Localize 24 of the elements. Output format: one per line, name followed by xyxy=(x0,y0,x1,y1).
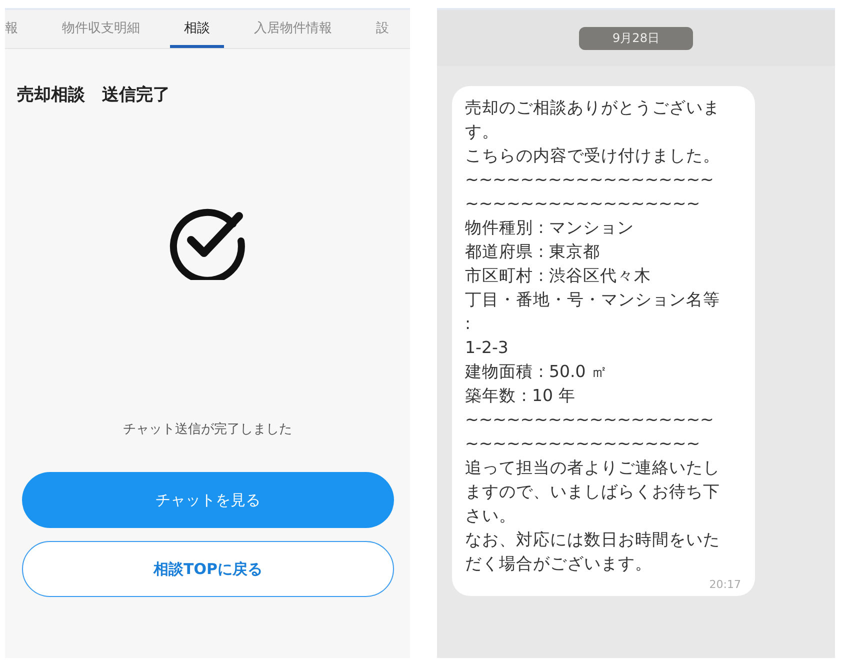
message-line: 追って担当の者よりご連絡いたしますので、いましばらくお待ち下さい。 xyxy=(465,457,721,527)
tab[interactable]: 報 xyxy=(5,19,18,48)
tab[interactable]: 物件収支明細 xyxy=(62,19,140,48)
tab[interactable]: 入居物件情報 xyxy=(254,19,332,48)
date-label: 9月28日 xyxy=(578,26,694,50)
message-line: ~~~~~~~~~~~~~~~~~~~~~~~~~~~~~~~~~~~ xyxy=(465,409,715,455)
message-line: 1-2-3 xyxy=(465,337,510,359)
message-line: なお、対応には数日お時間をいただく場合がございます。 xyxy=(465,529,721,575)
message-line: 物件種別 : マンション xyxy=(465,217,636,239)
message-line: ~~~~~~~~~~~~~~~~~~~~~~~~~~~~~~~~~~~ xyxy=(465,169,715,215)
view-chat-button[interactable]: チャットを見る xyxy=(22,472,394,528)
message-time: 20:17 xyxy=(709,578,741,591)
message-line: 売却のご相談ありがとうございます。 xyxy=(465,97,721,143)
message-line: 建物面積 : 50.0 ㎡ xyxy=(465,361,610,383)
message-line: 丁目・番地・号・マンション名等 : xyxy=(465,289,721,335)
message-line: こちらの内容で受け付けました。 xyxy=(465,145,721,167)
message-line: 築年数 : 10 年 xyxy=(465,385,576,407)
page-title: 売却相談 送信完了 xyxy=(17,84,171,106)
message-line: 市区町村 : 渋谷区代々木 xyxy=(465,265,652,287)
completion-message: チャット送信が完了しました xyxy=(123,421,292,438)
tab[interactable]: 設 xyxy=(376,19,389,48)
message-line: 都道府県 : 東京都 xyxy=(465,241,602,263)
back-button[interactable]: 相談TOPに戻る xyxy=(22,541,394,597)
tab[interactable]: 相談 xyxy=(170,19,224,48)
